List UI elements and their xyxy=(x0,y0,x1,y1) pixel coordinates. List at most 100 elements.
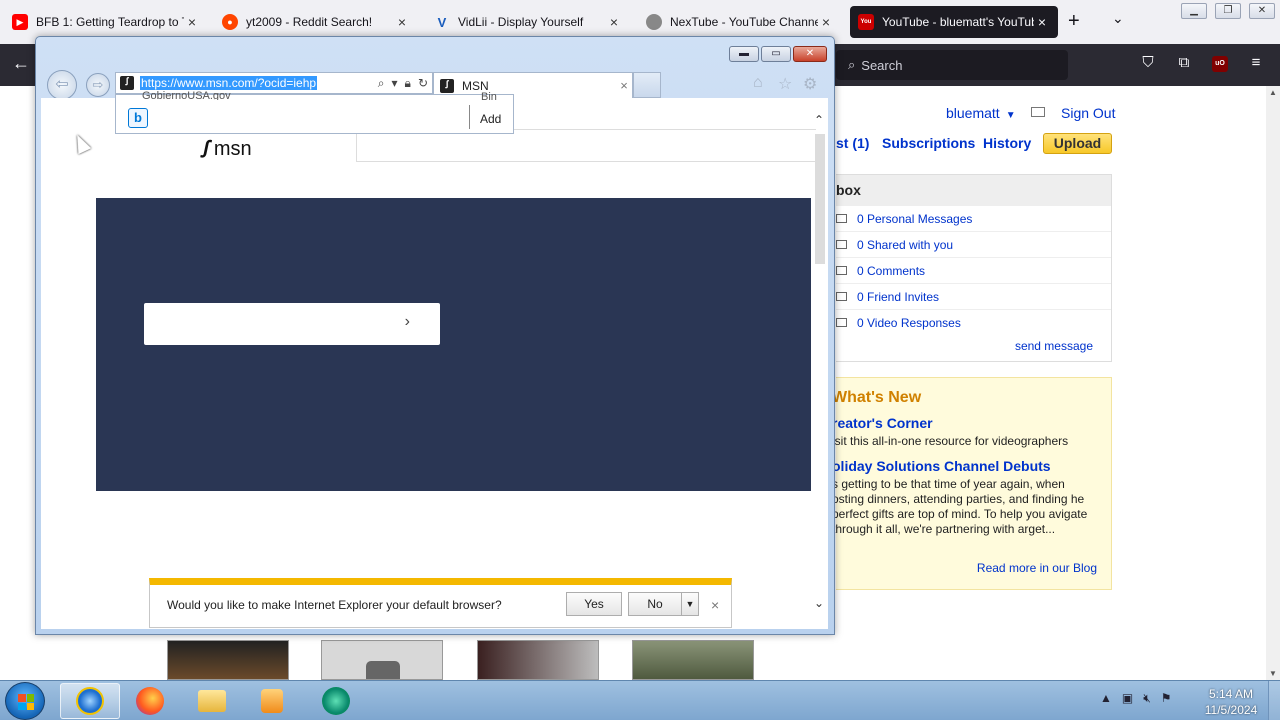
show-desktop-button[interactable] xyxy=(1268,681,1280,720)
start-button[interactable] xyxy=(5,682,45,720)
video-thumbnail[interactable] xyxy=(167,640,289,680)
inbox-item[interactable]: 0 Shared with you xyxy=(836,231,1111,257)
new-tab-button[interactable] xyxy=(633,72,661,98)
close-tab-icon[interactable]: × xyxy=(184,14,200,30)
page-scrollbar[interactable]: ▲ ▼ xyxy=(1266,86,1280,680)
media-player-icon xyxy=(261,689,283,713)
close-window-icon[interactable]: ✕ xyxy=(1249,3,1275,19)
pocket-icon[interactable]: ⛉ xyxy=(1138,54,1158,71)
ublock-icon[interactable]: uO xyxy=(1212,56,1228,72)
search-input[interactable]: ⌕ Search xyxy=(836,50,1068,80)
dropdown-arrow-icon[interactable]: ▼ xyxy=(681,592,699,616)
taskbar-media-player[interactable] xyxy=(242,683,302,719)
chevron-down-icon[interactable]: ⌄ xyxy=(1112,10,1124,27)
app-globe-icon xyxy=(322,687,350,715)
dropdown-icon[interactable]: ▾ xyxy=(392,76,398,91)
inbox-panel: box 0 Personal Messages 0 Shared with yo… xyxy=(836,174,1112,362)
add-search-provider-button[interactable]: Add xyxy=(480,112,501,126)
video-thumbnail[interactable] xyxy=(477,640,599,680)
inbox-item-label: 0 Friend Invites xyxy=(857,289,940,304)
volume-muted-icon[interactable]: 🔇︎ xyxy=(1143,691,1151,706)
add-provider-label: Bin xyxy=(481,91,497,100)
close-tab-icon[interactable]: × xyxy=(394,14,410,30)
back-arrow-icon[interactable]: ⇦ xyxy=(47,70,77,100)
flag-icon[interactable]: ⚑ xyxy=(1161,691,1172,706)
taskbar-firefox[interactable] xyxy=(120,683,180,719)
restore-icon[interactable]: ❐ xyxy=(1215,3,1241,19)
home-icon[interactable]: ⌂ xyxy=(753,74,763,92)
yes-button[interactable]: Yes xyxy=(566,592,622,616)
ie-window: ▬ ▭ ✕ ⇦ ⇨ ꭍ https://www.msn.com/?ocid=ie… xyxy=(35,36,835,635)
scroll-down-icon[interactable]: ▼ xyxy=(1269,669,1277,678)
taskbar-internet-explorer[interactable] xyxy=(60,683,120,719)
scroll-up-icon[interactable]: ▲ xyxy=(1269,88,1277,97)
video-thumbnail[interactable] xyxy=(632,640,754,680)
close-window-icon[interactable]: ✕ xyxy=(793,46,827,62)
inbox-title: box xyxy=(836,175,1111,205)
lock-icon[interactable]: 🔒︎ xyxy=(405,76,411,91)
firefox-tab-1[interactable]: ▶ BFB 1: Getting Teardrop to Ta × xyxy=(4,6,208,38)
close-notification-icon[interactable]: × xyxy=(711,597,719,613)
friend-icon xyxy=(836,292,847,301)
firefox-tab-4[interactable]: NexTube - YouTube Channel × xyxy=(638,6,842,38)
scrollbar-thumb[interactable] xyxy=(815,134,825,264)
taskbar-file-explorer[interactable] xyxy=(182,683,242,719)
subscriptions-link[interactable]: Subscriptions xyxy=(882,135,975,151)
chevron-right-icon[interactable]: › xyxy=(405,313,410,331)
msn-hero-card[interactable]: › xyxy=(144,303,440,345)
bing-icon[interactable]: b xyxy=(128,108,148,128)
back-arrow-icon[interactable]: ← xyxy=(12,53,30,74)
forward-arrow-icon[interactable]: ⇨ xyxy=(86,73,110,97)
minimize-icon[interactable]: ▁ xyxy=(1181,3,1207,19)
close-tab-icon[interactable]: × xyxy=(616,78,632,93)
ie-scrollbar[interactable]: ⌃ ⌄ xyxy=(812,113,828,613)
history-link[interactable]: History xyxy=(983,135,1031,151)
inbox-item[interactable]: 0 Friend Invites xyxy=(836,283,1111,309)
favorites-star-icon[interactable]: ☆ xyxy=(778,74,792,94)
firefox-tab-2[interactable]: ● yt2009 - Reddit Search! × xyxy=(214,6,418,38)
ie-content-area: ꭍ msn › ⌃ ⌄ Would you like to make Inter… xyxy=(41,98,828,629)
hamburger-menu-icon[interactable]: ≡ xyxy=(1246,54,1266,71)
system-tray: ▲ ▣ 🔇︎ ⚑ xyxy=(1100,691,1172,706)
no-button[interactable]: No xyxy=(628,592,682,616)
search-icon: ⌕ xyxy=(848,57,856,72)
new-tab-icon[interactable]: + xyxy=(1068,10,1080,33)
upload-button[interactable]: Upload xyxy=(1043,133,1112,154)
send-message-link[interactable]: send message xyxy=(1015,339,1093,353)
mail-icon[interactable] xyxy=(1031,107,1045,117)
close-tab-icon[interactable]: × xyxy=(818,14,834,30)
clock[interactable]: 5:14 AM 11/5/2024 xyxy=(1196,686,1266,718)
suggestion-item[interactable]: GobiernoUSA.gov xyxy=(142,90,262,100)
news-title-link[interactable]: reator's Corner xyxy=(832,415,933,431)
msn-logo[interactable]: ꭍ msn xyxy=(199,134,251,164)
gear-icon[interactable]: ⚙ xyxy=(803,74,817,94)
news-title-link[interactable]: oliday Solutions Channel Debuts xyxy=(832,458,1051,474)
refresh-icon[interactable]: ↻ xyxy=(418,76,428,91)
show-hidden-icons-icon[interactable]: ▲ xyxy=(1100,691,1112,706)
sign-out-link[interactable]: Sign Out xyxy=(1061,105,1115,121)
minimize-icon[interactable]: ▬ xyxy=(729,46,759,62)
taskbar-app[interactable] xyxy=(306,683,366,719)
close-tab-icon[interactable]: × xyxy=(1034,14,1050,30)
search-icon[interactable]: ⌕ xyxy=(378,76,385,91)
inbox-item[interactable]: 0 Personal Messages xyxy=(836,205,1111,231)
chat-bubble-icon xyxy=(366,661,400,679)
firefox-tab-3[interactable]: V VidLii - Display Yourself × xyxy=(426,6,630,38)
close-tab-icon[interactable]: × xyxy=(606,14,622,30)
extensions-icon[interactable]: ⧉ xyxy=(1174,54,1194,71)
user-menu[interactable]: bluematt ▼ xyxy=(946,105,1016,121)
inbox-item-label: 0 Shared with you xyxy=(857,237,954,252)
quicklist-link[interactable]: st (1) xyxy=(836,135,869,151)
inbox-item[interactable]: 0 Comments xyxy=(836,257,1111,283)
action-center-icon[interactable]: ▣ xyxy=(1122,691,1133,706)
news-body: s getting to be that time of year again,… xyxy=(832,477,1088,536)
video-thumbnail[interactable] xyxy=(321,640,443,680)
inbox-item[interactable]: 0 Video Responses xyxy=(836,309,1111,335)
address-url[interactable]: https://www.msn.com/?ocid=iehp xyxy=(140,76,318,90)
chevron-up-icon[interactable]: ⌃ xyxy=(814,113,824,127)
maximize-icon[interactable]: ▭ xyxy=(761,46,791,62)
firefox-tab-5-active[interactable]: You YouTube - bluematt's YouTub × xyxy=(850,6,1058,38)
windows-taskbar: ▲ ▣ 🔇︎ ⚑ 5:14 AM 11/5/2024 xyxy=(0,680,1280,720)
chevron-down-icon[interactable]: ⌄ xyxy=(814,596,824,610)
blog-link[interactable]: Read more in our Blog xyxy=(977,561,1097,575)
